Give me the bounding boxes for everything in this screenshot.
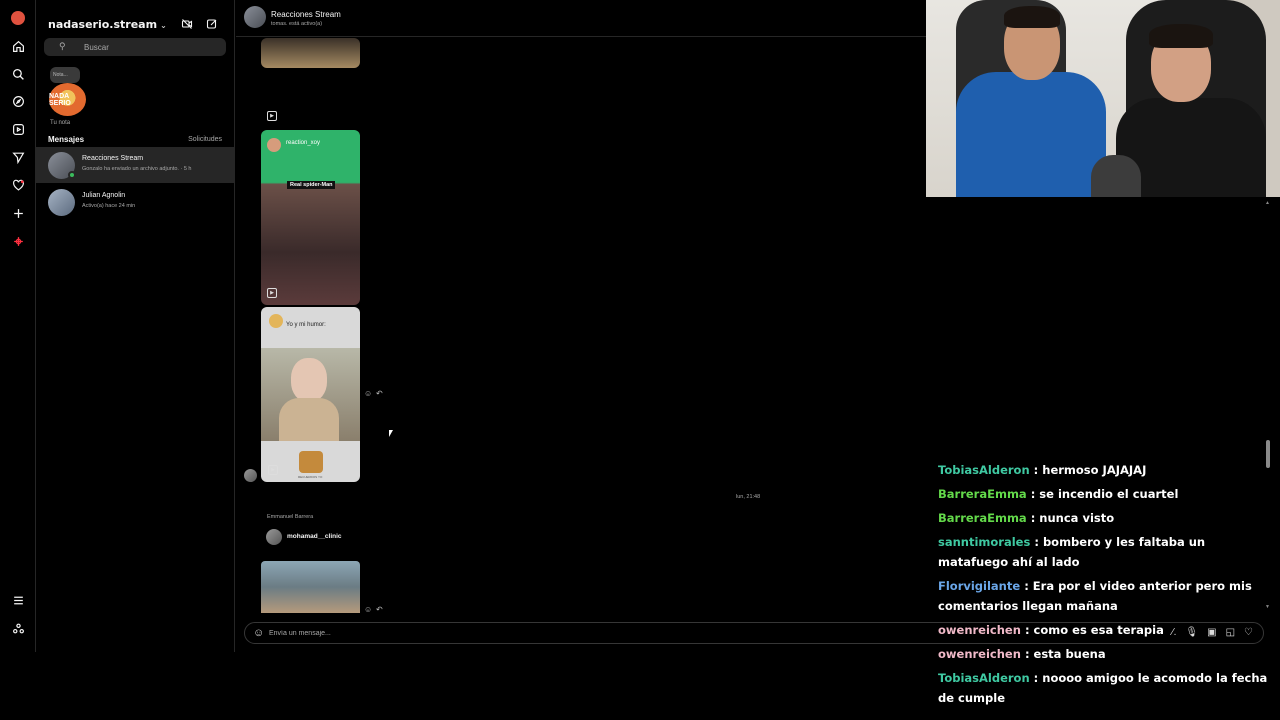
shared-post-header[interactable]: mohamad__clinic xyxy=(261,525,360,557)
reel-caption: Real spider-Man xyxy=(287,181,336,189)
avatar xyxy=(48,189,75,216)
reply-icon[interactable]: ↶ xyxy=(376,605,383,614)
create-icon[interactable] xyxy=(9,204,27,222)
new-message-icon[interactable] xyxy=(204,16,220,32)
chat-text: : se incendio el cuartel xyxy=(1030,487,1179,501)
chat-text: : nunca visto xyxy=(1030,511,1115,525)
chat-message: sanntimorales : bombero y les faltaba un… xyxy=(936,532,1276,572)
shared-reel-thumbnail[interactable] xyxy=(261,38,360,68)
scroll-up-icon[interactable]: ▲ xyxy=(1265,200,1270,206)
reel-caption: Yo y mi humor: xyxy=(286,322,326,328)
menu-icon[interactable] xyxy=(9,591,27,609)
chat-username: owenreichen xyxy=(938,647,1021,661)
reel-footer: RECUERDOS YO xyxy=(298,475,323,479)
chat-message: BarreraEmma : se incendio el cuartel xyxy=(936,484,1276,504)
requests-link[interactable]: Solicitudes xyxy=(188,136,222,143)
chat-username: BarreraEmma xyxy=(938,487,1027,501)
react-emoji-icon[interactable]: ☺ xyxy=(364,389,372,398)
search-bar[interactable]: ⚲ xyxy=(44,38,226,56)
account-name: nadaserio.stream xyxy=(48,18,158,31)
group-avatar[interactable] xyxy=(244,6,266,28)
search-icon[interactable] xyxy=(9,65,27,83)
chat-title[interactable]: Reacciones Stream xyxy=(271,10,341,19)
mouse-cursor xyxy=(389,430,393,437)
chat-message: Florvigilante : Era por el video anterio… xyxy=(936,576,1276,616)
chat-text: : como es esa terapia xyxy=(1024,623,1164,637)
chat-message: TobiasAlderon : noooo amigoo le acomodo … xyxy=(936,668,1276,708)
chat-message: owenreichen : esta buena xyxy=(936,644,1276,664)
conversation-name: Reacciones Stream xyxy=(82,155,144,162)
emoji-icon[interactable]: ☺ xyxy=(253,627,264,639)
search-input[interactable] xyxy=(84,40,214,54)
shared-post-image[interactable] xyxy=(261,561,360,613)
shared-post-avatar xyxy=(266,529,282,545)
conversation-preview: Activo(a) hace 24 min xyxy=(82,203,136,209)
chat-username: TobiasAlderon xyxy=(938,671,1030,685)
stream-chat-overlay: TobiasAlderon : hermoso JAJAJAJ BarreraE… xyxy=(936,460,1276,712)
conversation-preview: Gonzalo ha enviado un archivo adjunto. ·… xyxy=(82,166,192,172)
inbox-panel: nadaserio.stream⌄ ⚲ Nota... NADA SERIO T… xyxy=(36,0,235,652)
conversation-item[interactable]: Julian Agnolin Activo(a) hace 24 min xyxy=(36,184,234,220)
chat-message: owenreichen : como es esa terapia xyxy=(936,620,1276,640)
threads-icon[interactable] xyxy=(9,619,27,637)
reply-icon[interactable]: ↶ xyxy=(376,389,383,398)
heart-icon[interactable] xyxy=(9,176,27,194)
reel-icon: ▶ xyxy=(268,465,278,475)
reel-username: reaction_xoy xyxy=(286,140,321,146)
chat-username: TobiasAlderon xyxy=(938,463,1030,477)
note-bubble[interactable]: Nota... xyxy=(50,67,80,83)
chat-message: BarreraEmma : nunca visto xyxy=(936,508,1276,528)
chat-username: sanntimorales xyxy=(938,535,1031,549)
messages-section-title: Mensajes xyxy=(48,135,85,144)
shared-reel[interactable]: reaction_xoy Real spider-Man ▶ xyxy=(261,130,360,305)
shared-post-username: mohamad__clinic xyxy=(287,533,342,540)
sender-avatar xyxy=(244,469,257,482)
nav-rail xyxy=(0,0,36,652)
reels-icon[interactable] xyxy=(9,120,27,138)
reel-avatar xyxy=(269,314,283,328)
chat-panel: Reacciones Stream tomas. está activo(a) … xyxy=(236,0,926,652)
search-icon: ⚲ xyxy=(59,41,66,51)
message-input[interactable] xyxy=(269,627,869,640)
reel-icon: ▶ xyxy=(267,288,277,298)
reel-image xyxy=(261,348,360,441)
online-indicator xyxy=(68,171,76,179)
messages-icon[interactable] xyxy=(9,148,27,166)
reel-sticker xyxy=(299,451,323,473)
reel-avatar xyxy=(267,138,281,152)
microphone xyxy=(1091,155,1141,197)
chat-header: Reacciones Stream tomas. está activo(a) xyxy=(236,0,926,37)
instagram-logo[interactable] xyxy=(11,11,25,25)
webcam-overlay xyxy=(926,0,1280,197)
video-off-icon[interactable] xyxy=(179,16,195,32)
chat-text: : esta buena xyxy=(1024,647,1106,661)
account-switcher[interactable]: nadaserio.stream ⌄ xyxy=(48,18,167,31)
timestamp: lun, 21:48 xyxy=(736,494,761,500)
chat-username: owenreichen xyxy=(938,623,1021,637)
chat-status: tomas. está activo(a) xyxy=(271,21,323,27)
shared-reel[interactable]: Yo y mi humor: RECUERDOS YO ▶ xyxy=(261,307,360,482)
reel-icon: ▶ xyxy=(267,111,277,121)
note-avatar[interactable]: NADA SERIO xyxy=(49,83,86,116)
note-label: Tu nota xyxy=(50,120,71,126)
conversation-item[interactable]: Reacciones Stream Gonzalo ha enviado un … xyxy=(36,147,234,183)
meta-icon[interactable] xyxy=(9,232,27,250)
chat-text: : hermoso JAJAJAJ xyxy=(1033,463,1147,477)
conversation-name: Julian Agnolin xyxy=(82,192,126,199)
explore-icon[interactable] xyxy=(9,92,27,110)
sender-name: Emmanuel Barrera xyxy=(267,514,314,520)
react-emoji-icon[interactable]: ☺ xyxy=(364,605,372,614)
chat-username: Florvigilante xyxy=(938,579,1021,593)
home-icon[interactable] xyxy=(9,37,27,55)
chevron-down-icon: ⌄ xyxy=(160,21,167,30)
chat-message: TobiasAlderon : hermoso JAJAJAJ xyxy=(936,460,1276,480)
chat-username: BarreraEmma xyxy=(938,511,1027,525)
